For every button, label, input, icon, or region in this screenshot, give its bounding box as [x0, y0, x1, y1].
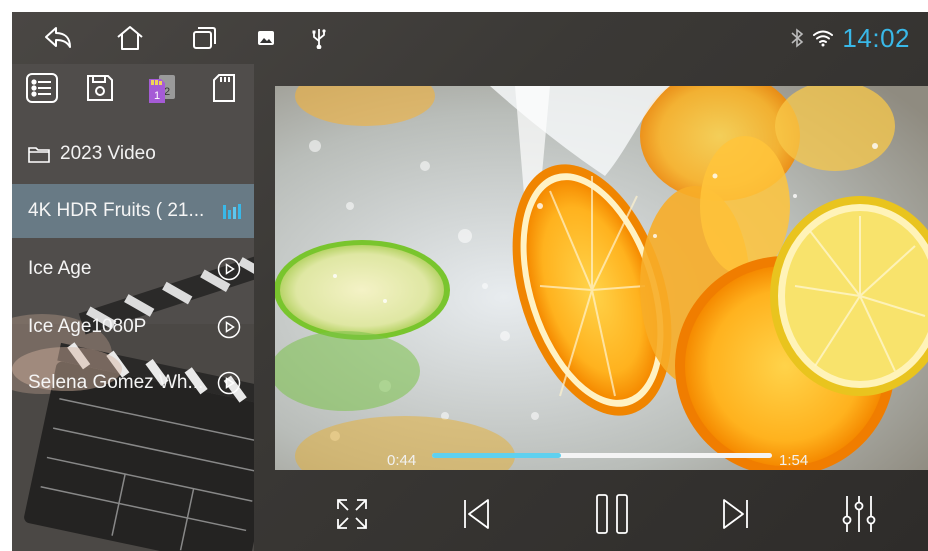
tab-sd-card-1-2[interactable]: 2 1	[142, 68, 182, 108]
seek-bar[interactable]	[432, 453, 772, 458]
video-surface[interactable]	[275, 86, 928, 470]
wifi-icon	[813, 30, 834, 47]
folder-row[interactable]: 2023 Video	[12, 132, 254, 176]
home-button[interactable]	[112, 22, 148, 54]
tab-playlist[interactable]	[22, 68, 62, 108]
playlist-panel: 2 1 2023 Video 4K HDR Fruits ( 21... Ice…	[12, 64, 254, 551]
usb-notification	[301, 22, 337, 54]
back-button[interactable]	[40, 22, 76, 54]
floppy-icon	[87, 75, 113, 101]
previous-icon	[464, 499, 489, 529]
fullscreen-button[interactable]	[328, 490, 376, 538]
source-tabs: 2 1	[12, 64, 254, 116]
head-unit-screen: 14:02 2 1 2023 Video 4K HDR Fruits (21.…	[12, 12, 928, 551]
equalizer-sliders-icon	[842, 496, 876, 532]
folder-name: 2023 Video	[60, 143, 156, 164]
svg-text:1: 1	[154, 90, 160, 102]
list-item[interactable]: Selena Gomez Wh...	[12, 356, 254, 410]
gallery-notification	[248, 22, 284, 54]
list-item-label: Ice Age	[28, 258, 92, 279]
list-item[interactable]: 4K HDR Fruits ( 21...	[12, 184, 254, 238]
next-icon	[723, 499, 748, 529]
seek-bar-progress	[432, 453, 562, 458]
elapsed-time: 0:44	[387, 452, 417, 469]
clock: 14:02	[842, 22, 910, 53]
pause-button[interactable]	[588, 490, 636, 538]
equalizer-bars-icon	[223, 204, 241, 219]
list-item-label: Selena Gomez Wh...	[28, 372, 204, 393]
recent-apps-icon	[193, 27, 216, 49]
sd-card-1-2-icon: 2 1	[149, 75, 175, 103]
list-item[interactable]: Ice Age1080P	[12, 300, 254, 354]
next-button[interactable]	[712, 490, 760, 538]
status-bar: 14:02	[12, 12, 928, 64]
total-duration: 1:54	[779, 452, 809, 469]
list-item[interactable]: Ice Age	[12, 242, 254, 296]
sd-card-icon	[213, 74, 235, 102]
status-indicators: 14:02	[790, 20, 910, 56]
equalizer-button[interactable]	[835, 490, 883, 538]
gallery-icon	[258, 31, 274, 45]
fullscreen-icon	[337, 499, 367, 529]
list-item-label: Ice Age1080P	[28, 316, 147, 337]
playlist-icon	[26, 73, 58, 103]
folder-icon	[28, 147, 50, 163]
bluetooth-icon	[791, 28, 804, 48]
play-circle-icon[interactable]	[217, 315, 241, 339]
list-item-label: 4K HDR Fruits ( 21...	[28, 200, 205, 221]
play-circle-icon[interactable]	[217, 371, 241, 395]
play-circle-icon[interactable]	[217, 257, 241, 281]
previous-button[interactable]	[452, 490, 500, 538]
usb-icon	[312, 29, 326, 49]
pause-icon	[596, 494, 628, 534]
back-icon	[45, 27, 71, 48]
recent-apps-button[interactable]	[186, 22, 222, 54]
home-icon	[117, 26, 143, 50]
playback-controls	[275, 472, 928, 551]
video-frame-fruits-in-water	[275, 86, 928, 470]
tab-sd-card[interactable]	[204, 68, 244, 108]
tab-local-storage[interactable]	[80, 68, 120, 108]
